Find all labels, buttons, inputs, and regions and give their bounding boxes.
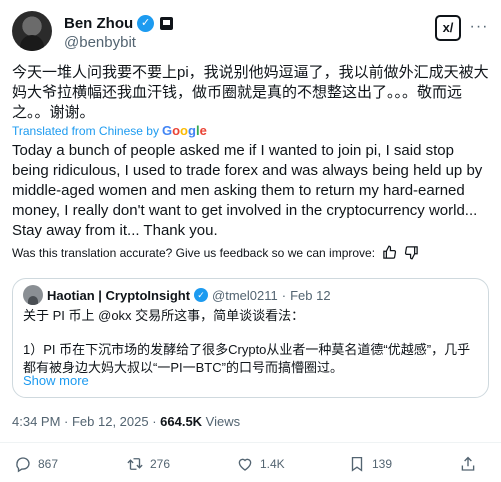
quoted-text-line: 关于 PI 币上 @okx 交易所这事，简单谈谈看法： <box>23 308 305 323</box>
google-logo: Google <box>161 123 207 138</box>
quoted-tweet-header: Haotian | CryptoInsight ✓ @tmel0211 · Fe… <box>23 285 331 305</box>
quoted-tweet-text: 关于 PI 币上 @okx 交易所这事，简单谈谈看法： 1）PI 币在下沉市场的… <box>23 307 479 377</box>
repost-count: 276 <box>150 457 171 471</box>
quoted-separator: · <box>281 287 287 303</box>
thumbs-up-icon[interactable] <box>381 245 397 261</box>
views-count: 664.5K <box>160 414 203 429</box>
bookmark-icon <box>351 456 363 472</box>
share-button[interactable] <box>459 452 477 476</box>
quoted-verified-badge-icon: ✓ <box>194 288 209 302</box>
author-name-row: Ben Zhou ✓ <box>64 13 174 33</box>
reply-count: 867 <box>38 457 59 471</box>
quoted-text-line: 1）PI 币在下沉市场的发酵给了很多Crypto从业者一种莫名道德“优越感”，几… <box>23 342 471 375</box>
repost-icon <box>127 458 143 470</box>
quoted-date: Feb 12 <box>290 287 331 303</box>
bookmark-count: 139 <box>372 457 393 471</box>
translated-label: Translated from Chinese by <box>12 123 159 138</box>
affiliation-badge-icon[interactable] <box>160 16 174 30</box>
translation-feedback: Was this translation accurate? Give us f… <box>12 245 419 261</box>
divider <box>0 442 501 443</box>
quoted-author-handle: @tmel0211 <box>212 287 278 303</box>
show-more-link[interactable]: Show more <box>23 373 89 388</box>
author-name[interactable]: Ben Zhou <box>64 15 133 32</box>
share-icon <box>461 456 475 471</box>
reply-button[interactable]: 867 <box>14 452 58 476</box>
tweet-original-text: 今天一堆人问我要不要上pi，我说别他妈逗逼了，我以前做外汇成天被大妈大爷拉横幅还… <box>12 64 489 121</box>
feedback-prompt: Was this translation accurate? Give us f… <box>12 246 376 260</box>
tweet-header: Ben Zhou ✓ @benbybit x/ ··· <box>12 11 489 51</box>
quoted-tweet[interactable]: Haotian | CryptoInsight ✓ @tmel0211 · Fe… <box>12 278 489 398</box>
like-count: 1.4K <box>260 457 285 471</box>
views-label: Views <box>202 414 241 429</box>
grok-button[interactable]: x/ <box>435 15 461 41</box>
more-options-button[interactable]: ··· <box>469 17 489 37</box>
author-avatar[interactable] <box>12 11 52 51</box>
heart-icon <box>238 458 252 471</box>
repost-button[interactable]: 276 <box>126 452 170 476</box>
quoted-author-name: Haotian | CryptoInsight <box>47 287 191 303</box>
author-handle[interactable]: @benbybit <box>64 34 136 51</box>
verified-badge-icon: ✓ <box>137 14 155 32</box>
tweet-timestamp: 4:34 PM · Feb 12, 2025 · 664.5K Views <box>12 414 240 429</box>
reply-icon <box>16 457 30 473</box>
action-bar: 867 276 1.4K 139 <box>0 452 501 476</box>
thumbs-down-icon[interactable] <box>403 245 419 261</box>
tweet-translated-text: Today a bunch of people asked me if I wa… <box>12 142 483 239</box>
translation-attribution[interactable]: Translated from Chinese by Google <box>12 123 207 138</box>
bookmark-button[interactable]: 139 <box>348 452 392 476</box>
quoted-author-avatar <box>23 285 43 305</box>
like-button[interactable]: 1.4K <box>236 452 285 476</box>
tweet-time[interactable]: 4:34 PM · Feb 12, 2025 · <box>12 414 160 429</box>
